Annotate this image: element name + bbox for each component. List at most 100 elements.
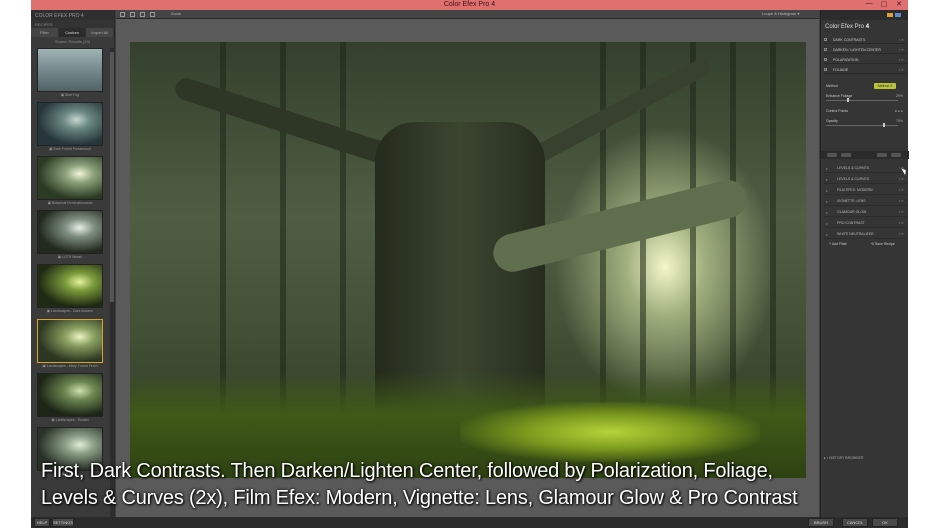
expand-arrow-icon[interactable]: ▸ <box>826 199 828 204</box>
expand-arrow-icon[interactable]: ▸ <box>826 177 828 182</box>
preview-photo[interactable] <box>130 42 806 478</box>
filter-controls[interactable]: ▪ ✕ <box>899 38 904 42</box>
add-filter-button[interactable]: + Add Filter <box>829 242 847 248</box>
stack-button[interactable] <box>841 153 851 157</box>
preset-item[interactable]: ▣ Blue Fog <box>37 48 103 97</box>
preset-item[interactable]: ▣ LOTR Bekah <box>37 210 103 259</box>
stack-controls-bar <box>821 151 909 159</box>
method-label: Method <box>826 84 838 88</box>
opacity-knob[interactable] <box>882 123 885 127</box>
brush-button[interactable]: BRUSH <box>808 518 834 527</box>
single-view-icon[interactable] <box>120 12 125 17</box>
stack-filter-row[interactable]: ▸ VIGNETTE: LENS ▪ ✕ <box>824 196 906 206</box>
recipe-tabs: Filter Custom Import All <box>31 28 114 37</box>
close-button[interactable]: ✕ <box>893 0 905 10</box>
filter-name: GLAMOUR GLOW <box>837 210 867 214</box>
opacity-value: 79% <box>895 119 903 123</box>
tab-custom[interactable]: Custom <box>58 28 87 37</box>
minimize-button[interactable]: — <box>863 0 875 10</box>
loupe-histogram-dropdown[interactable]: Loupe & Histogram ▾ <box>762 11 799 16</box>
filter-controls[interactable]: ▪ ✕ <box>899 58 904 62</box>
filter-controls[interactable]: ▪ ✕ <box>899 232 904 236</box>
active-filter-row[interactable]: POLARIZATION ▪ ✕ <box>824 56 906 64</box>
enhance-foliage-param: Enhance Foliage 29% <box>824 93 906 103</box>
method-dropdown[interactable]: Method 2 <box>874 83 896 89</box>
filter-enable-checkbox[interactable] <box>824 48 827 51</box>
tab-import-all[interactable]: Import All <box>86 28 114 37</box>
active-filter-row[interactable]: FOLIAGE ▪ ✕ <box>824 66 906 74</box>
filter-name: FOLIAGE <box>833 68 849 72</box>
preset-item-selected[interactable]: ▣ Landscapes - Misty Forest Fetch <box>37 319 103 368</box>
expand-arrow-icon[interactable]: ▸ <box>826 221 828 226</box>
preset-name: ▣ Blue Fog <box>60 93 80 97</box>
opacity-param: Opacity 79% <box>824 118 906 128</box>
enhance-foliage-knob[interactable] <box>846 98 849 102</box>
stack-filter-row[interactable]: ▸ WHITE NEUTRALIZER ▪ ✕ <box>824 229 906 239</box>
maximize-button[interactable]: ▢ <box>878 0 890 10</box>
stack-button[interactable] <box>877 153 887 157</box>
filter-panel: Color Efex Pro 4 DARK CONTRASTS ▪ ✕ DARK… <box>820 10 909 528</box>
compare-icon[interactable] <box>150 12 155 17</box>
help-button[interactable]: HELP <box>34 518 50 527</box>
preset-item[interactable]: ▣ Botanical Illuminationwork <box>37 156 103 205</box>
cancel-button[interactable]: CANCEL <box>842 518 868 527</box>
save-recipe-button[interactable]: ⟲ Save Recipe <box>871 242 895 248</box>
preset-item[interactable]: ▣ Landscapes - Dark Autumn <box>37 264 103 313</box>
preset-item[interactable]: ▣ Dark Forest Portamount <box>37 102 103 151</box>
brand-mark-icon <box>887 13 893 17</box>
active-filter-row[interactable]: DARK CONTRASTS ▪ ✕ <box>824 36 906 44</box>
window-titlebar: Color Efex Pro 4 — ▢ ✕ <box>31 0 908 10</box>
filter-controls[interactable]: ▪ ✕ <box>899 188 904 192</box>
active-filter-row[interactable]: DARKEN / LIGHTEN CENTER ▪ ✕ <box>824 46 906 54</box>
expand-arrow-icon[interactable]: ▸ <box>826 188 828 193</box>
preset-thumbnail <box>37 48 103 92</box>
split-view-icon[interactable] <box>130 12 135 17</box>
ok-button[interactable]: OK <box>872 518 898 527</box>
filter-enable-checkbox[interactable] <box>824 58 827 61</box>
preset-thumbnail <box>37 373 103 417</box>
preset-name: ▣ Landscapes - Dark Autumn <box>46 309 94 313</box>
preset-thumbnail <box>37 264 103 308</box>
preset-name: ▣ Landscapes - Sunset <box>51 418 89 422</box>
filter-controls[interactable]: ▪ ✕ <box>899 199 904 203</box>
preset-name: ▣ LOTR Bekah <box>57 255 83 259</box>
bottom-bar <box>31 517 908 528</box>
logo-bar <box>821 10 908 20</box>
product-title: Color Efex Pro 4 <box>825 24 869 30</box>
stack-filter-row[interactable]: ▸ PRO CONTRAST ▪ ✕ <box>824 218 906 228</box>
stack-button[interactable] <box>891 153 901 157</box>
filter-controls[interactable]: ▪ ✕ <box>899 210 904 214</box>
stack-filter-row[interactable]: ▸ FILM EFEX: MODERN ▪ ✕ <box>824 185 906 195</box>
filter-controls[interactable]: ▪ ✕ <box>899 221 904 225</box>
stack-filter-row[interactable]: ▸ LEVELS & CURVES ▪ ✕ <box>824 163 906 173</box>
opacity-slider[interactable] <box>826 125 898 126</box>
filter-controls[interactable]: ▪ ✕ <box>899 68 904 72</box>
control-points-label[interactable]: Control Points <box>826 109 848 113</box>
expand-arrow-icon[interactable]: ▸ <box>826 166 828 171</box>
tab-filter[interactable]: Filter <box>31 28 59 37</box>
recipes-section-label: RECIPES <box>31 20 114 28</box>
filter-enable-checkbox[interactable] <box>824 38 827 41</box>
enhance-foliage-slider[interactable] <box>826 100 898 101</box>
preset-item[interactable]: ▣ Landscapes - Sunset <box>37 373 103 422</box>
stack-filter-row[interactable]: ▸ GLAMOUR GLOW ▪ ✕ <box>824 207 906 217</box>
recipes-scrollbar[interactable] <box>110 48 114 518</box>
scrollbar-thumb[interactable] <box>110 52 114 302</box>
image-canvas[interactable] <box>116 19 819 528</box>
filter-enable-checkbox[interactable] <box>824 68 827 71</box>
settings-button[interactable]: SETTINGS <box>52 518 74 527</box>
control-point-icons[interactable]: ● ● ● <box>895 109 903 113</box>
filter-name: DARKEN / LIGHTEN CENTER <box>833 48 882 52</box>
expand-arrow-icon[interactable]: ▸ <box>826 232 828 237</box>
filter-controls[interactable]: ▪ ✕ <box>899 177 904 181</box>
side-by-side-icon[interactable] <box>140 12 145 17</box>
filter-controls[interactable]: ▪ ✕ <box>899 48 904 52</box>
enhance-foliage-value: 29% <box>895 94 903 98</box>
app-window: COLOR EFEX PRO 4 RECIPES Filter Custom I… <box>31 10 909 528</box>
expand-arrow-icon[interactable]: ▸ <box>826 210 828 215</box>
control-points-param: Control Points ● ● ● <box>824 108 906 118</box>
stack-button[interactable] <box>827 153 837 157</box>
window-title: Color Efex Pro 4 <box>443 1 496 8</box>
stack-filter-row[interactable]: ▸ LEVELS & CURVES ▪ ✕ <box>824 174 906 184</box>
zoom-dropdown[interactable]: Zoom <box>171 11 181 16</box>
